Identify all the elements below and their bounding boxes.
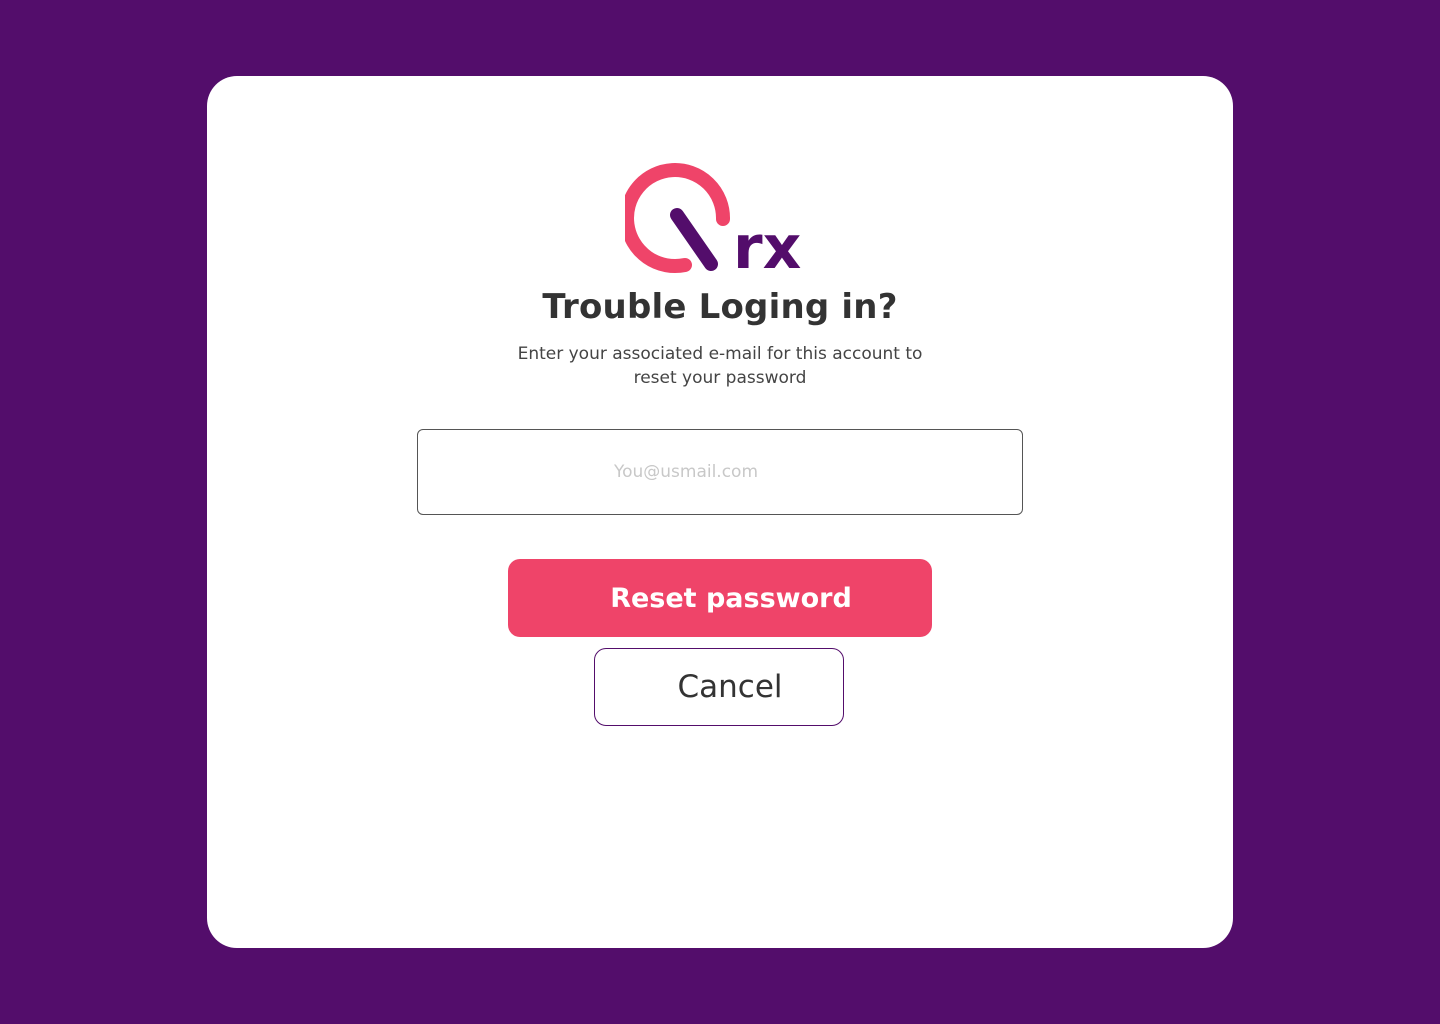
reset-password-button[interactable]: Reset password xyxy=(508,559,932,637)
cancel-button[interactable]: Cancel xyxy=(594,648,844,726)
email-field[interactable] xyxy=(417,429,1023,515)
logo-text: rx xyxy=(733,213,801,275)
qrx-logo: rx xyxy=(625,163,815,275)
page-title: Trouble Loging in? xyxy=(542,287,898,327)
logo-slash-icon xyxy=(670,208,718,271)
page-subtitle: Enter your associated e-mail for this ac… xyxy=(517,344,923,388)
